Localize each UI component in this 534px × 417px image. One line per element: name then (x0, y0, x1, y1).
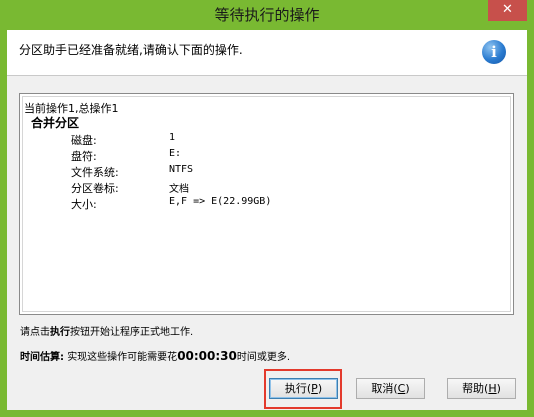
title-bar[interactable]: 等待执行的操作 ✕ (0, 0, 534, 30)
estimate-suffix: 时间或更多. (236, 352, 291, 363)
operation-detail-row: 大小: E,F => E(22.99GB) (23, 196, 503, 211)
detail-value: 1 (169, 132, 176, 143)
estimate-prefix: 实现这些操作可能需要花 (67, 352, 178, 363)
dialog-body: 分区助手已经准备就绪,请确认下面的操作. i 当前操作1,总操作1 合并分区 磁… (7, 30, 527, 410)
detail-label: 大小: (71, 198, 97, 211)
info-icon: i (482, 40, 506, 64)
detail-label: 分区卷标: (71, 182, 119, 195)
cancel-button[interactable]: 取消(C) (356, 378, 425, 399)
operation-title: 合并分区 (31, 116, 80, 130)
help-label-end: ) (496, 382, 501, 395)
highlight-annotation (264, 369, 342, 409)
window-title: 等待执行的操作 (214, 6, 320, 24)
cancel-label: 取消( (371, 382, 398, 395)
help-label: 帮助( (462, 382, 489, 395)
operation-list-inner: 当前操作1,总操作1 合并分区 磁盘: 1 盘符: E: 文件系统: NTFS … (22, 96, 511, 312)
estimate-label: 时间估算: (20, 352, 64, 363)
estimate-time: 00:00:30 (177, 349, 237, 363)
hint-prefix: 请点击 (20, 327, 50, 338)
detail-label: 磁盘: (71, 134, 97, 147)
detail-value: NTFS (169, 164, 194, 175)
operation-detail-row: 分区卷标: 文档 (23, 180, 503, 195)
detail-value: 文档 (169, 184, 189, 195)
header-message: 分区助手已经准备就绪,请确认下面的操作. (19, 43, 243, 57)
help-shortcut: H (488, 382, 497, 395)
operation-list[interactable]: 当前操作1,总操作1 合并分区 磁盘: 1 盘符: E: 文件系统: NTFS … (19, 93, 514, 315)
close-icon: ✕ (502, 2, 513, 17)
close-button[interactable]: ✕ (488, 0, 527, 21)
time-estimate: 时间估算: 实现这些操作可能需要花00:00:30时间或更多. (20, 348, 290, 363)
help-button[interactable]: 帮助(H) (447, 378, 516, 399)
cancel-label-end: ) (405, 382, 410, 395)
hint-suffix: 按钮开始让程序正式地工作. (70, 327, 194, 338)
header-band: 分区助手已经准备就绪,请确认下面的操作. i (7, 30, 527, 76)
detail-value: E: (169, 148, 182, 159)
detail-label: 盘符: (71, 150, 97, 163)
detail-value: E,F => E(22.99GB) (169, 196, 272, 207)
operation-detail-row: 盘符: E: (23, 148, 503, 163)
detail-label: 文件系统: (71, 166, 119, 179)
instruction-text: 请点击执行按钮开始让程序正式地工作. (20, 323, 193, 338)
operation-detail-row: 磁盘: 1 (23, 132, 503, 147)
dialog-window: 等待执行的操作 ✕ 分区助手已经准备就绪,请确认下面的操作. i 当前操作1,总… (0, 0, 534, 417)
operation-detail-row: 文件系统: NTFS (23, 164, 503, 179)
hint-bold: 执行 (50, 327, 70, 338)
